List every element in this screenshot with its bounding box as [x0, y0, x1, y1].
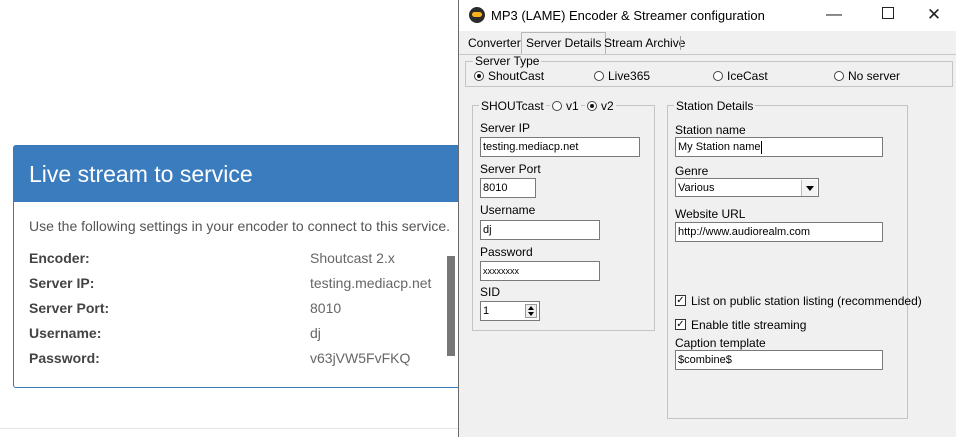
radio-v1[interactable]: v1: [550, 99, 581, 113]
minimize-button[interactable]: —: [811, 0, 857, 31]
radio-icon: [713, 70, 723, 81]
website-label: Website URL: [675, 207, 746, 221]
row-value: Shoutcast 2.x: [310, 250, 395, 266]
tab-server-details[interactable]: Server Details: [521, 32, 607, 54]
row-label: Username:: [29, 325, 102, 341]
maximize-button[interactable]: [865, 0, 911, 31]
caption-input[interactable]: $combine$: [675, 350, 883, 370]
live-stream-panel: Live stream to service Use the following…: [13, 145, 483, 388]
radio-no-server[interactable]: No server: [834, 69, 900, 83]
row-label: Encoder:: [29, 250, 90, 266]
row-encoder: Encoder: Shoutcast 2.x: [29, 246, 467, 271]
tab-stream-archive[interactable]: Stream Archive: [600, 35, 689, 53]
server-port-input[interactable]: 8010: [480, 178, 536, 198]
row-username: Username: dj: [29, 321, 467, 346]
group-label: Station Details: [674, 99, 756, 113]
app-icon: [469, 7, 485, 23]
scrollbar[interactable]: [447, 256, 455, 356]
website-input[interactable]: http://www.audiorealm.com: [675, 222, 883, 242]
row-label: Server Port:: [29, 300, 110, 316]
radio-label: No server: [848, 69, 901, 83]
username-input[interactable]: dj: [480, 220, 600, 240]
panel-title: Live stream to service: [14, 146, 482, 202]
dropdown-arrow-icon[interactable]: [801, 180, 817, 196]
row-value: dj: [310, 325, 321, 341]
text-cursor: [760, 140, 762, 154]
username-label: Username: [480, 203, 536, 217]
row-value: testing.mediacp.net: [310, 275, 432, 291]
radio-live365[interactable]: Live365: [594, 69, 650, 83]
radio-selected-icon: [587, 100, 597, 111]
radio-label: ShoutCast: [488, 69, 545, 83]
checkbox-checked-icon: ✓: [675, 319, 686, 331]
panel-body: Use the following settings in your encod…: [14, 202, 482, 371]
radio-label: IceCast: [727, 69, 768, 83]
genre-value: Various: [678, 182, 715, 194]
radio-selected-icon: [474, 70, 484, 81]
radio-shoutcast[interactable]: ShoutCast: [474, 69, 544, 83]
checkbox-label: Enable title streaming: [691, 318, 807, 332]
caption-label: Caption template: [675, 336, 766, 350]
radio-label: v2: [601, 99, 614, 113]
divider: [0, 428, 460, 429]
radio-icon: [834, 70, 844, 81]
password-label: Password: [480, 245, 533, 259]
row-value: v63jVW5FvFKQ: [310, 350, 411, 366]
spin-arrows-icon[interactable]: [525, 304, 537, 318]
row-label: Password:: [29, 350, 100, 366]
list-public-checkbox[interactable]: ✓ List on public station listing (recomme…: [675, 294, 922, 308]
row-label: Server IP:: [29, 275, 95, 291]
station-name-input[interactable]: My Station name: [675, 137, 883, 157]
sid-value: 1: [483, 305, 490, 317]
sid-stepper[interactable]: 1: [480, 301, 540, 321]
encoder-config-dialog: MP3 (LAME) Encoder & Streamer configurat…: [458, 0, 956, 437]
group-label: SHOUTcast: [479, 99, 546, 113]
radio-label: Live365: [608, 69, 651, 83]
server-port-label: Server Port: [480, 162, 541, 176]
genre-label: Genre: [675, 164, 709, 178]
genre-select[interactable]: Various: [675, 178, 819, 197]
radio-icon: [594, 70, 604, 81]
server-ip-input[interactable]: testing.mediacp.net: [480, 137, 640, 157]
radio-v2[interactable]: v2: [585, 99, 616, 113]
radio-label: v1: [566, 99, 579, 113]
row-value: 8010: [310, 300, 342, 316]
row-password: Password: v63jVW5FvFKQ: [29, 346, 467, 371]
server-ip-label: Server IP: [480, 121, 531, 135]
sid-label: SID: [480, 285, 501, 299]
close-button[interactable]: ✕: [911, 0, 956, 31]
checkbox-label: List on public station listing (recommen…: [691, 294, 922, 308]
shoutcast-group: SHOUTcast v1 v2 Server IP testing.mediac…: [472, 99, 655, 331]
radio-icecast[interactable]: IceCast: [713, 69, 768, 83]
title-streaming-checkbox[interactable]: ✓ Enable title streaming: [675, 318, 806, 332]
window-title: MP3 (LAME) Encoder & Streamer configurat…: [491, 8, 765, 23]
tab-separator: [680, 36, 681, 50]
server-type-group: Server Type ShoutCast Live365 IceCast No…: [465, 55, 953, 87]
row-server-ip: Server IP: testing.mediacp.net: [29, 271, 467, 296]
row-server-port: Server Port: 8010: [29, 296, 467, 321]
checkbox-checked-icon: ✓: [675, 295, 686, 307]
group-label: Server Type: [473, 54, 542, 68]
station-name-value: My Station name: [678, 141, 761, 153]
station-name-label: Station name: [675, 123, 746, 137]
password-input[interactable]: xxxxxxxx: [480, 261, 600, 281]
tab-strip: Converter Server Details Stream Archive: [459, 31, 956, 55]
title-bar[interactable]: MP3 (LAME) Encoder & Streamer configurat…: [459, 0, 956, 31]
radio-icon: [552, 100, 562, 111]
tab-converter[interactable]: Converter: [464, 35, 525, 53]
maximize-icon: [882, 7, 894, 20]
station-details-group: Station Details Station name My Station …: [667, 100, 922, 419]
panel-intro: Use the following settings in your encod…: [29, 218, 450, 234]
